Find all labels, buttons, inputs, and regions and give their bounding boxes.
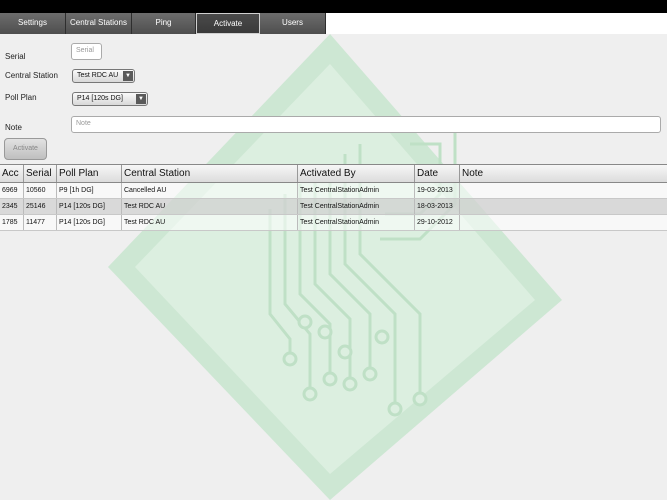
serial-label: Serial (5, 52, 26, 61)
tab-central-stations[interactable]: Central Stations (66, 13, 132, 34)
cell-serial: 25146 (24, 199, 57, 214)
tab-activate[interactable]: Activate (196, 13, 260, 34)
cell-acc: 2345 (0, 199, 24, 214)
poll-plan-label: Poll Plan (5, 93, 37, 102)
note-input[interactable]: Note (71, 116, 661, 133)
cell-poll-plan: P14 [120s DG] (57, 199, 122, 214)
serial-input[interactable]: Serial (71, 43, 102, 60)
table-header: Acc Serial Poll Plan Central Station Act… (0, 164, 667, 183)
cell-date: 29-10-2012 (415, 215, 460, 230)
cell-date: 19-03-2013 (415, 183, 460, 198)
activate-button[interactable]: Activate (4, 138, 47, 160)
poll-plan-value: P14 [120s DG] (77, 95, 123, 102)
column-header-acc[interactable]: Acc (0, 165, 24, 182)
column-header-central-station[interactable]: Central Station (122, 165, 298, 182)
cell-poll-plan: P9 [1h DG] (57, 183, 122, 198)
cell-note (460, 215, 667, 230)
cell-serial: 11477 (24, 215, 57, 230)
cell-note (460, 199, 667, 214)
central-station-label: Central Station (5, 71, 58, 80)
note-label: Note (5, 123, 22, 132)
table-row[interactable]: 6969 10560 P9 [1h DG] Cancelled AU Test … (0, 183, 667, 199)
column-header-poll-plan[interactable]: Poll Plan (57, 165, 122, 182)
cell-activated-by: Test CentralStationAdmin (298, 199, 415, 214)
cell-activated-by: Test CentralStationAdmin (298, 215, 415, 230)
cell-note (460, 183, 667, 198)
column-header-date[interactable]: Date (415, 165, 460, 182)
tab-users[interactable]: Users (260, 13, 326, 34)
table-row[interactable]: 1785 11477 P14 [120s DG] Test RDC AU Tes… (0, 215, 667, 231)
column-header-activated-by[interactable]: Activated By (298, 165, 415, 182)
activate-panel: Serial Serial Central Station Test RDC A… (0, 34, 667, 500)
chevron-down-icon: ▼ (136, 94, 146, 104)
table-row[interactable]: 2345 25146 P14 [120s DG] Test RDC AU Tes… (0, 199, 667, 215)
tab-bar: Settings Central Stations Ping Activate … (0, 13, 326, 34)
cell-activated-by: Test CentralStationAdmin (298, 183, 415, 198)
poll-plan-select[interactable]: P14 [120s DG] ▼ (72, 92, 148, 106)
column-header-note[interactable]: Note (460, 165, 667, 182)
tab-settings[interactable]: Settings (0, 13, 66, 34)
central-station-value: Test RDC AU (77, 72, 119, 79)
cell-poll-plan: P14 [120s DG] (57, 215, 122, 230)
cell-central-station: Test RDC AU (122, 215, 298, 230)
chevron-down-icon: ▼ (123, 71, 133, 81)
column-header-serial[interactable]: Serial (24, 165, 57, 182)
top-bar (0, 0, 667, 13)
tab-ping[interactable]: Ping (132, 13, 196, 34)
tab-bar-spacer (326, 13, 667, 34)
central-station-select[interactable]: Test RDC AU ▼ (72, 69, 135, 83)
cell-acc: 1785 (0, 215, 24, 230)
cell-date: 18-03-2013 (415, 199, 460, 214)
cell-central-station: Cancelled AU (122, 183, 298, 198)
cell-acc: 6969 (0, 183, 24, 198)
cell-serial: 10560 (24, 183, 57, 198)
cell-central-station: Test RDC AU (122, 199, 298, 214)
